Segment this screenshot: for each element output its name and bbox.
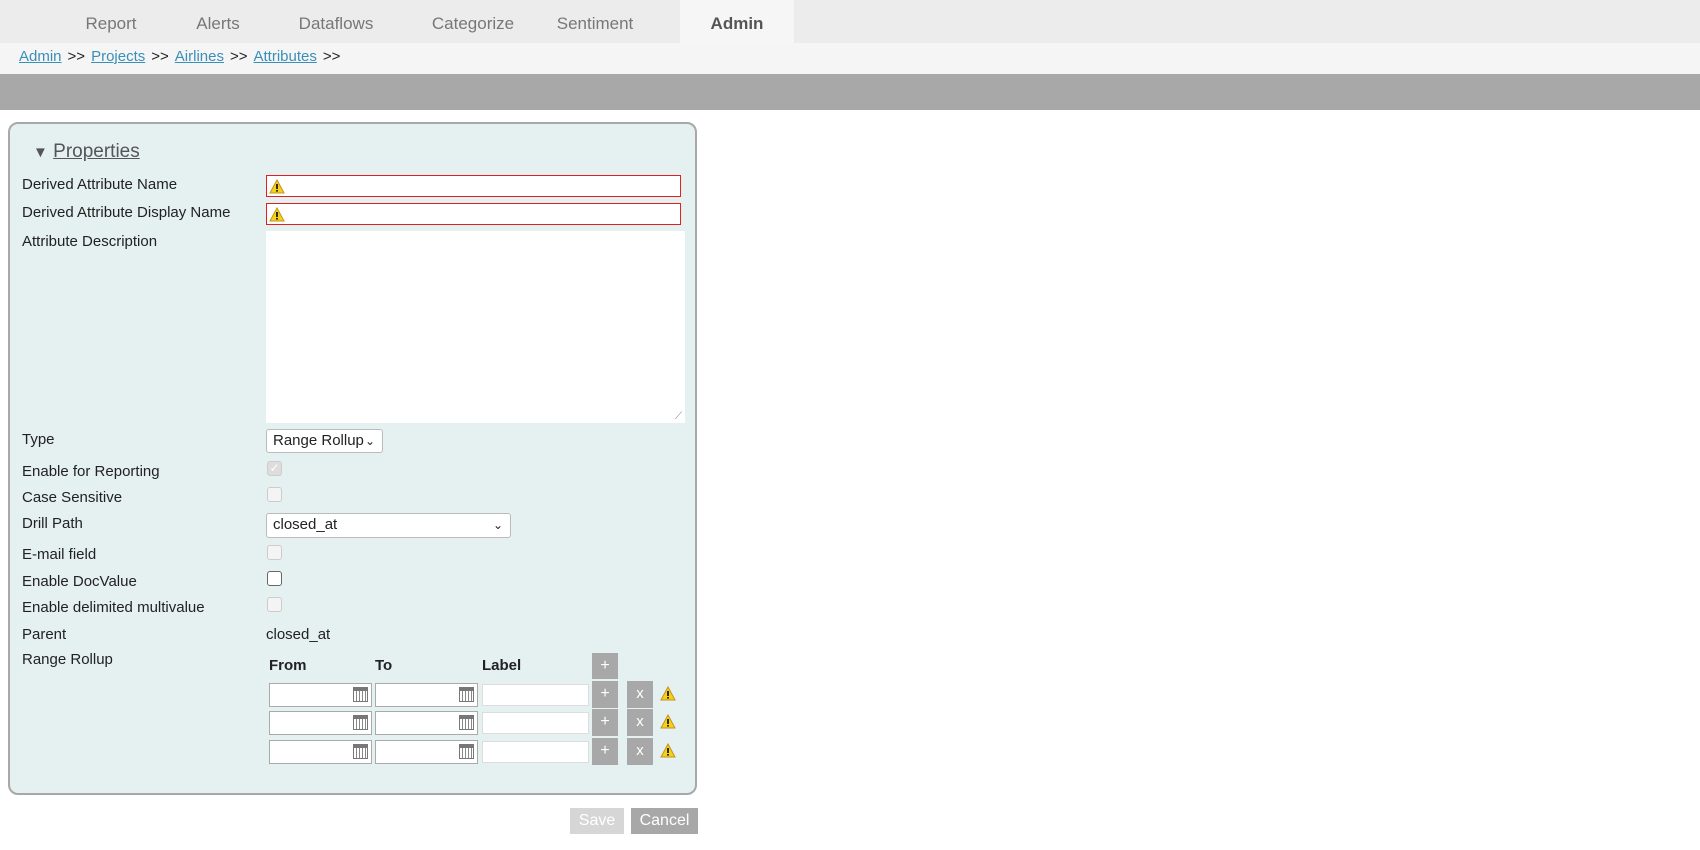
calendar-icon[interactable] bbox=[353, 687, 368, 702]
type-select[interactable]: Range Rollup ⌄ bbox=[266, 429, 383, 453]
range-label-input[interactable] bbox=[482, 684, 589, 706]
label-case-sensitive: Case Sensitive bbox=[22, 489, 123, 506]
properties-toggle[interactable]: ▼ Properties bbox=[33, 141, 140, 163]
range-from-input[interactable] bbox=[269, 683, 372, 707]
range-to-input[interactable] bbox=[375, 683, 478, 707]
tab-admin[interactable]: Admin bbox=[680, 0, 794, 43]
calendar-icon[interactable] bbox=[459, 715, 474, 730]
warning-icon bbox=[660, 714, 676, 729]
add-range-button[interactable]: + bbox=[592, 653, 618, 679]
drill-path-value: closed_at bbox=[273, 516, 338, 533]
header-label: Label bbox=[482, 657, 522, 674]
breadcrumb-admin[interactable]: Admin bbox=[19, 48, 62, 65]
tab-categorize[interactable]: Categorize bbox=[432, 0, 514, 43]
calendar-icon[interactable] bbox=[459, 744, 474, 759]
remove-row-button[interactable]: x bbox=[627, 738, 653, 765]
triangle-down-icon: ▼ bbox=[33, 144, 48, 161]
label-range-rollup: Range Rollup bbox=[22, 651, 113, 668]
warning-icon bbox=[660, 686, 676, 701]
label-parent: Parent bbox=[22, 626, 67, 643]
enable-reporting-checkbox[interactable]: ✓ bbox=[267, 461, 282, 476]
tab-dataflows[interactable]: Dataflows bbox=[299, 0, 374, 43]
chevron-down-icon: ⌄ bbox=[364, 434, 375, 448]
label-drill-path: Drill Path bbox=[22, 515, 83, 532]
email-field-checkbox[interactable] bbox=[267, 545, 282, 560]
breadcrumb-projects[interactable]: Projects bbox=[91, 48, 145, 65]
label-email-field: E-mail field bbox=[22, 546, 97, 563]
breadcrumb-separator: >> bbox=[322, 48, 341, 65]
tab-sentiment[interactable]: Sentiment bbox=[557, 0, 634, 43]
breadcrumb-separator: >> bbox=[67, 48, 86, 65]
cancel-button[interactable]: Cancel bbox=[631, 808, 698, 834]
main-tabs: Report Alerts Dataflows Categorize Senti… bbox=[0, 0, 1700, 43]
derived-attribute-display-name-input[interactable] bbox=[266, 203, 681, 225]
header-to: To bbox=[375, 657, 393, 674]
label-delimited: Enable delimited multivalue bbox=[22, 599, 205, 616]
enable-docvalue-checkbox[interactable] bbox=[267, 571, 282, 586]
calendar-icon[interactable] bbox=[353, 715, 368, 730]
remove-row-button[interactable]: x bbox=[627, 681, 653, 708]
range-from-input[interactable] bbox=[269, 711, 372, 735]
tab-alerts[interactable]: Alerts bbox=[196, 0, 239, 43]
insert-row-button[interactable]: + bbox=[592, 709, 618, 736]
attribute-description-textarea[interactable]: ⟋ bbox=[266, 231, 685, 423]
range-to-input[interactable] bbox=[375, 740, 478, 764]
parent-value: closed_at bbox=[266, 626, 331, 643]
type-value: Range Rollup bbox=[273, 432, 364, 449]
warning-icon bbox=[269, 179, 285, 194]
header-from: From bbox=[269, 657, 307, 674]
warning-icon bbox=[660, 743, 676, 758]
breadcrumb-separator: >> bbox=[229, 48, 248, 65]
case-sensitive-checkbox[interactable] bbox=[267, 487, 282, 502]
breadcrumb-airlines[interactable]: Airlines bbox=[175, 48, 224, 65]
remove-row-button[interactable]: x bbox=[627, 709, 653, 736]
save-button[interactable]: Save bbox=[570, 808, 624, 834]
range-label-input[interactable] bbox=[482, 741, 589, 763]
breadcrumb-separator: >> bbox=[151, 48, 169, 65]
range-from-input[interactable] bbox=[269, 740, 372, 764]
insert-row-button[interactable]: + bbox=[592, 738, 618, 765]
toolbar-bar bbox=[0, 74, 1700, 110]
breadcrumb-attributes[interactable]: Attributes bbox=[254, 48, 317, 65]
label-display-name: Derived Attribute Display Name bbox=[22, 204, 231, 221]
properties-title: Properties bbox=[53, 141, 140, 162]
chevron-down-icon: ⌄ bbox=[492, 518, 503, 532]
calendar-icon[interactable] bbox=[459, 687, 474, 702]
enable-delimited-multivalue-checkbox[interactable] bbox=[267, 597, 282, 612]
label-name: Derived Attribute Name bbox=[22, 176, 178, 193]
resize-handle-icon[interactable]: ⟋ bbox=[675, 411, 682, 422]
calendar-icon[interactable] bbox=[353, 744, 368, 759]
derived-attribute-name-input[interactable] bbox=[266, 175, 681, 197]
label-description: Attribute Description bbox=[22, 233, 158, 250]
insert-row-button[interactable]: + bbox=[592, 681, 618, 708]
range-to-input[interactable] bbox=[375, 711, 478, 735]
label-type: Type bbox=[22, 431, 55, 448]
label-docvalue: Enable DocValue bbox=[22, 573, 137, 590]
label-enable-reporting: Enable for Reporting bbox=[22, 463, 160, 480]
drill-path-select[interactable]: closed_at ⌄ bbox=[266, 513, 511, 538]
range-label-input[interactable] bbox=[482, 712, 589, 734]
breadcrumb: Admin >> Projects >> Airlines >> Attributes >> bbox=[0, 43, 1700, 74]
tab-report[interactable]: Report bbox=[85, 0, 136, 43]
warning-icon bbox=[269, 207, 285, 222]
